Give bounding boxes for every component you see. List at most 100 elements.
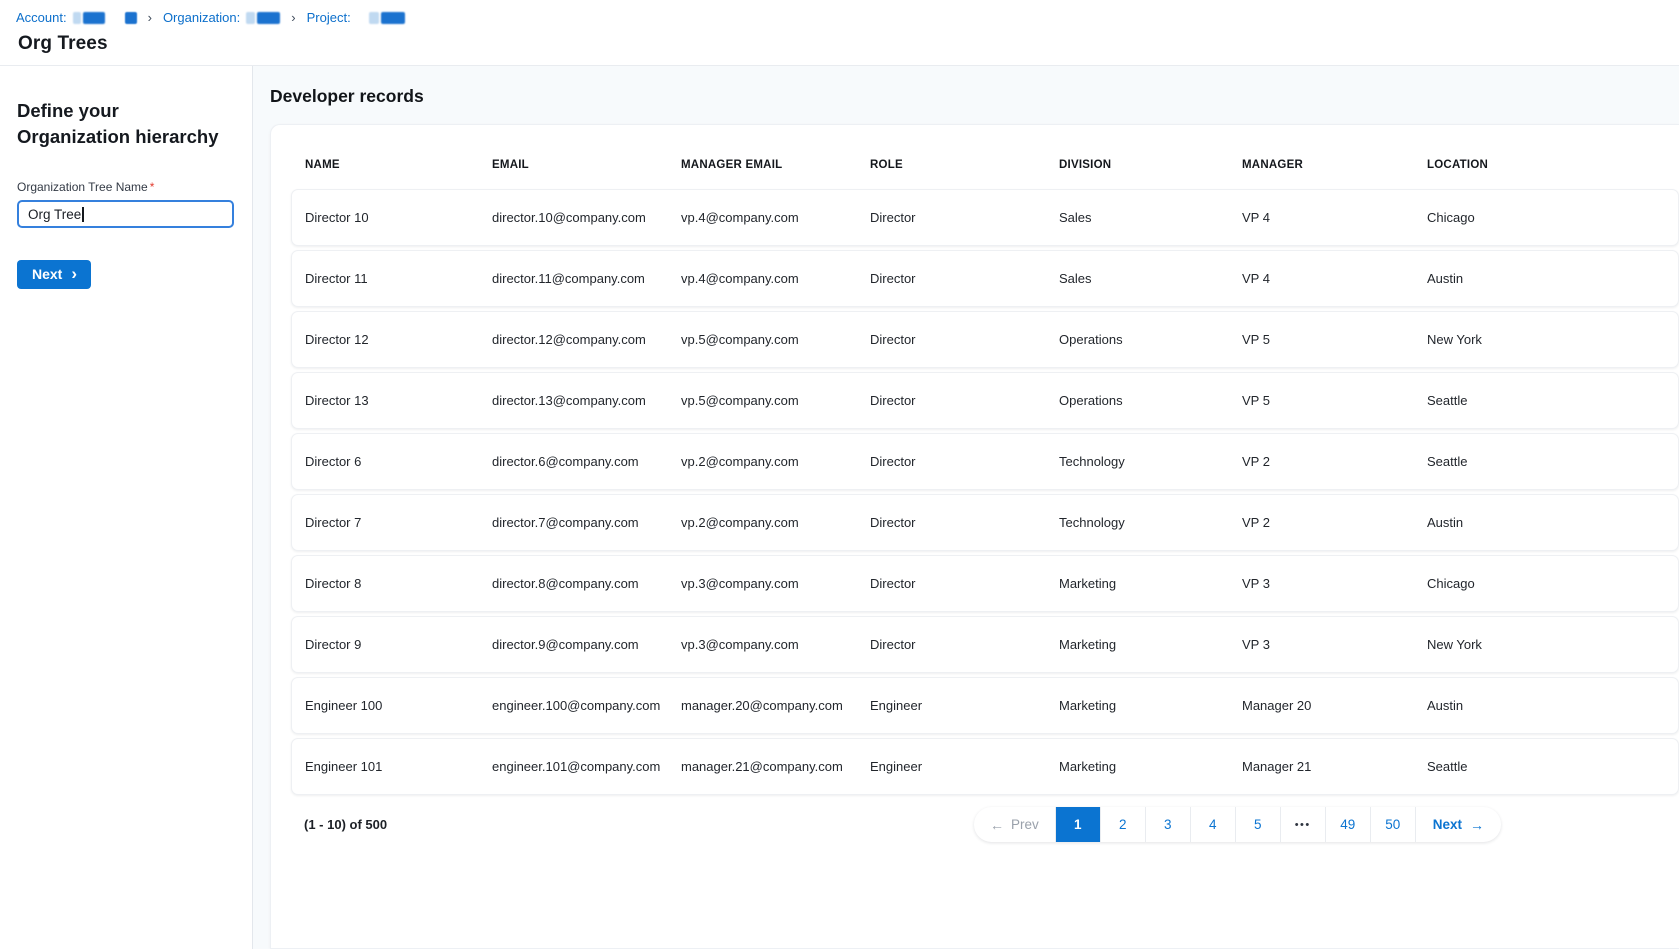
cell-role: Engineer [857,698,1046,713]
cell-email: director.12@company.com [479,332,668,347]
cell-name: Director 10 [292,210,479,225]
chevron-separator-icon: › [291,10,295,25]
table-row[interactable]: Director 13 director.13@company.com vp.5… [291,372,1679,429]
cell-location: Austin [1414,698,1678,713]
breadcrumb-link-organization[interactable]: Organization: [163,10,240,25]
org-tree-name-label: Organization Tree Name* [17,180,235,194]
cell-manager: VP 3 [1229,576,1414,591]
cell-division: Marketing [1046,759,1229,774]
cell-manager-email: manager.21@company.com [668,759,857,774]
cell-manager: Manager 21 [1229,759,1414,774]
cell-manager-email: vp.3@company.com [668,576,857,591]
cell-manager-email: vp.4@company.com [668,271,857,286]
redacted-project-value [369,12,405,24]
cell-manager: VP 4 [1229,210,1414,225]
cell-location: New York [1414,332,1678,347]
cell-location: Seattle [1414,759,1678,774]
required-asterisk: * [150,180,155,194]
prev-page-button[interactable]: ← Prev [974,807,1055,842]
cell-manager-email: vp.5@company.com [668,332,857,347]
pagination: ← Prev 1 2 3 4 5 ••• 49 50 Next → [974,807,1501,842]
next-page-button[interactable]: Next → [1415,807,1501,842]
sidebar-heading-line1: Define your [17,98,235,124]
pagination-ellipsis: ••• [1280,807,1325,842]
cell-email: director.10@company.com [479,210,668,225]
cell-name: Director 12 [292,332,479,347]
table-footer: (1 - 10) of 500 ← Prev 1 2 3 4 5 ••• 49 … [271,807,1679,842]
cell-email: director.11@company.com [479,271,668,286]
top-header: Account: › Organization: › Project: Org … [0,0,1679,66]
table-row[interactable]: Director 12 director.12@company.com vp.5… [291,311,1679,368]
cell-name: Director 13 [292,393,479,408]
redacted-account-value [73,12,105,24]
cell-division: Marketing [1046,576,1229,591]
chevron-separator-icon: › [148,10,152,25]
table-row[interactable]: Director 9 director.9@company.com vp.3@c… [291,616,1679,673]
page-button-4[interactable]: 4 [1190,807,1235,842]
cell-manager: VP 5 [1229,332,1414,347]
page-title: Org Trees [18,33,1679,55]
results-range: (1 - 10) of 500 [304,817,387,832]
table-row[interactable]: Director 10 director.10@company.com vp.4… [291,189,1679,246]
cell-manager: VP 4 [1229,271,1414,286]
page-button-3[interactable]: 3 [1145,807,1190,842]
org-tree-name-value: Org Tree [28,207,81,222]
cell-division: Marketing [1046,698,1229,713]
breadcrumb-link-account[interactable]: Account: [16,10,67,25]
main-content: Developer records NAME EMAIL MANAGER EMA… [253,66,1679,949]
cell-division: Marketing [1046,637,1229,652]
cell-role: Director [857,393,1046,408]
cell-manager-email: vp.5@company.com [668,393,857,408]
cell-email: director.7@company.com [479,515,668,530]
page-button-2[interactable]: 2 [1100,807,1145,842]
cell-role: Director [857,210,1046,225]
cell-name: Director 7 [292,515,479,530]
breadcrumb-organization: Organization: [163,10,280,25]
cell-role: Director [857,515,1046,530]
column-header-manager: MANAGER [1228,159,1413,189]
cell-role: Director [857,332,1046,347]
redacted-organization-value [246,12,280,24]
table-row[interactable]: Director 6 director.6@company.com vp.2@c… [291,433,1679,490]
cell-location: Seattle [1414,454,1678,469]
cell-manager: VP 3 [1229,637,1414,652]
cell-email: director.6@company.com [479,454,668,469]
cell-name: Director 9 [292,637,479,652]
cell-location: Chicago [1414,576,1678,591]
cell-name: Director 6 [292,454,479,469]
records-card: NAME EMAIL MANAGER EMAIL ROLE DIVISION M… [270,124,1679,949]
next-button[interactable]: Next › [17,260,91,289]
column-header-name: NAME [291,159,478,189]
cell-division: Technology [1046,515,1229,530]
table-row[interactable]: Director 7 director.7@company.com vp.2@c… [291,494,1679,551]
page-button-1[interactable]: 1 [1055,807,1100,842]
cell-email: director.9@company.com [479,637,668,652]
table-body: Director 10 director.10@company.com vp.4… [271,189,1679,795]
cell-role: Director [857,576,1046,591]
cell-division: Sales [1046,271,1229,286]
cell-manager-email: vp.4@company.com [668,210,857,225]
column-header-role: ROLE [856,159,1045,189]
cell-name: Director 8 [292,576,479,591]
org-tree-name-input[interactable]: Org Tree [17,200,234,228]
arrow-right-icon: → [1470,818,1484,832]
table-row[interactable]: Engineer 100 engineer.100@company.com ma… [291,677,1679,734]
cell-location: Seattle [1414,393,1678,408]
table-row[interactable]: Director 8 director.8@company.com vp.3@c… [291,555,1679,612]
cell-email: director.13@company.com [479,393,668,408]
column-header-email: EMAIL [478,159,667,189]
cell-email: engineer.101@company.com [479,759,668,774]
cell-division: Technology [1046,454,1229,469]
page-button-5[interactable]: 5 [1235,807,1280,842]
cell-location: New York [1414,637,1678,652]
cell-manager-email: manager.20@company.com [668,698,857,713]
breadcrumb-account: Account: [16,10,137,25]
cell-role: Engineer [857,759,1046,774]
page-button-50[interactable]: 50 [1370,807,1415,842]
table-row[interactable]: Engineer 101 engineer.101@company.com ma… [291,738,1679,795]
cell-location: Austin [1414,271,1678,286]
breadcrumb-link-project[interactable]: Project: [307,10,351,25]
breadcrumb: Account: › Organization: › Project: [16,9,1679,26]
table-row[interactable]: Director 11 director.11@company.com vp.4… [291,250,1679,307]
page-button-49[interactable]: 49 [1325,807,1370,842]
